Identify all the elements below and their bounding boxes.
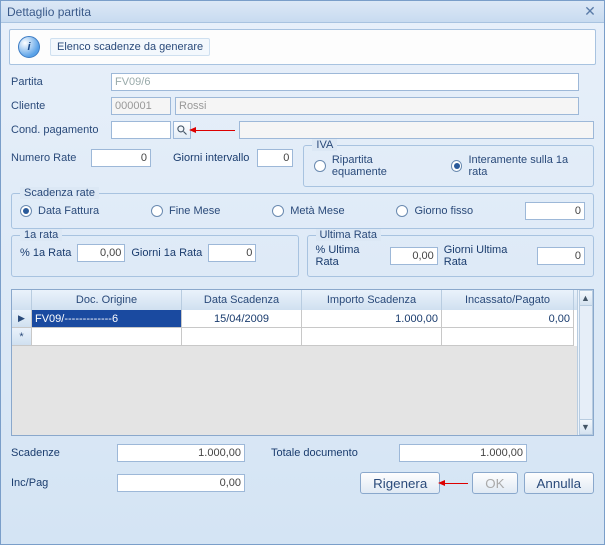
- info-strip: i Elenco scadenze da generare: [9, 29, 596, 65]
- rigenera-button[interactable]: Rigenera: [360, 472, 440, 494]
- scroll-up-icon[interactable]: ▲: [579, 290, 593, 306]
- scadenza-opt-fine-mese[interactable]: Fine Mese: [151, 205, 220, 217]
- rata1-giorni-label: Giorni 1a Rata: [131, 247, 202, 259]
- table-row[interactable]: ▶ FV09/-------------6 15/04/2009 1.000,0…: [12, 310, 593, 328]
- close-icon[interactable]: ✕: [582, 4, 598, 20]
- search-icon: [176, 124, 188, 136]
- rata1-pct-input[interactable]: [77, 244, 125, 262]
- scadenza-opt-meta-mese[interactable]: Metà Mese: [272, 205, 344, 217]
- rata1-pct-label: % 1a Rata: [20, 247, 71, 259]
- grid: Doc. Origine Data Scadenza Importo Scade…: [11, 289, 594, 436]
- numero-rate-label: Numero Rate: [11, 152, 83, 164]
- incpag-label: Inc/Pag: [11, 477, 99, 489]
- col-importo[interactable]: Importo Scadenza: [302, 290, 442, 310]
- cliente-label: Cliente: [11, 100, 111, 112]
- iva-opt-ripartita[interactable]: Ripartita equamente: [314, 154, 425, 178]
- giorni-intervallo-label: Giorni intervallo: [173, 152, 249, 164]
- scadenza-opt-giorno-fisso[interactable]: Giorno fisso: [396, 205, 473, 217]
- totdoc-label: Totale documento: [271, 447, 381, 459]
- window: Dettaglio partita ✕ i Elenco scadenze da…: [0, 0, 605, 545]
- titlebar: Dettaglio partita ✕: [1, 1, 604, 23]
- giorni-intervallo-input[interactable]: [257, 149, 293, 167]
- annulla-button[interactable]: Annulla: [524, 472, 594, 494]
- col-data[interactable]: Data Scadenza: [182, 290, 302, 310]
- rata1-giorni-input[interactable]: [208, 244, 256, 262]
- totdoc-value: [399, 444, 527, 462]
- hint-arrow-icon: [195, 130, 235, 131]
- partita-input[interactable]: [111, 73, 579, 91]
- rataU-giorni-label: Giorni Ultima Rata: [444, 244, 531, 268]
- ok-button[interactable]: OK: [472, 472, 517, 494]
- scadenza-rate-group-title: Scadenza rate: [20, 187, 99, 199]
- info-text: Elenco scadenze da generare: [50, 38, 210, 56]
- scroll-down-icon[interactable]: ▼: [579, 419, 593, 435]
- grid-empty-area: [12, 346, 593, 435]
- info-icon: i: [16, 34, 42, 60]
- iva-group-title: IVA: [312, 139, 337, 151]
- cliente-code-input: [111, 97, 171, 115]
- giorno-fisso-input[interactable]: [525, 202, 585, 220]
- table-row[interactable]: *: [12, 328, 593, 346]
- condpag-label: Cond. pagamento: [11, 124, 111, 136]
- rataU-group-title: Ultima Rata: [316, 229, 381, 241]
- col-doc[interactable]: Doc. Origine: [32, 290, 182, 310]
- condpag-desc-input: [239, 121, 594, 139]
- partita-label: Partita: [11, 76, 111, 88]
- rataU-giorni-input[interactable]: [537, 247, 585, 265]
- condpag-input[interactable]: [111, 121, 171, 139]
- cliente-name-input: [175, 97, 579, 115]
- content: Partita Cliente Cond. pagamento Numero R…: [1, 69, 604, 498]
- col-incassato[interactable]: Incassato/Pagato: [442, 290, 574, 310]
- scadenze-value: [117, 444, 245, 462]
- rataU-pct-input[interactable]: [390, 247, 438, 265]
- rataU-pct-label: % Ultima Rata: [316, 244, 384, 268]
- iva-opt-interamente[interactable]: Interamente sulla 1a rata: [451, 154, 583, 178]
- incpag-value: [117, 474, 245, 492]
- scadenze-label: Scadenze: [11, 447, 99, 459]
- rata1-group-title: 1a rata: [20, 229, 62, 241]
- scrollbar[interactable]: ▲ ▼: [577, 290, 593, 435]
- window-title: Dettaglio partita: [7, 5, 582, 19]
- hint-arrow-icon: [444, 483, 468, 484]
- numero-rate-input[interactable]: [91, 149, 151, 167]
- grid-rows: ▶ FV09/-------------6 15/04/2009 1.000,0…: [12, 310, 593, 346]
- grid-header: Doc. Origine Data Scadenza Importo Scade…: [12, 290, 593, 310]
- scroll-track[interactable]: [579, 306, 593, 419]
- scadenza-opt-data-fattura[interactable]: Data Fattura: [20, 205, 99, 217]
